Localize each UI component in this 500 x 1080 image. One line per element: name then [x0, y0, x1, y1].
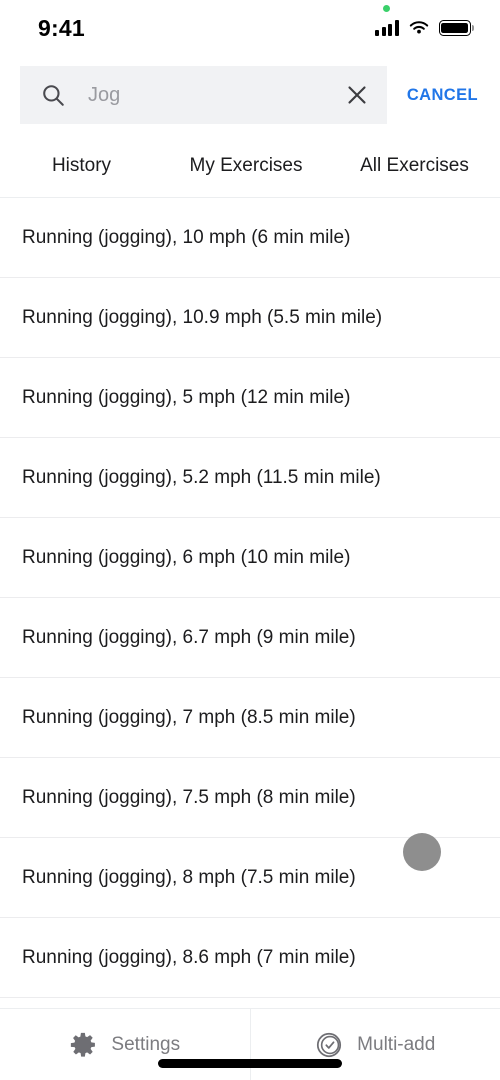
- tab-my-exercises[interactable]: My Exercises: [163, 156, 329, 175]
- settings-button[interactable]: Settings: [0, 1009, 250, 1080]
- settings-label: Settings: [111, 1033, 181, 1055]
- list-item[interactable]: Running (jogging), 8 mph (7.5 min mile): [0, 838, 500, 918]
- cancel-button[interactable]: CANCEL: [387, 86, 500, 105]
- search-bar: Jog CANCEL: [0, 56, 500, 134]
- list-item[interactable]: Running (jogging), 8.6 mph (7 min mile): [0, 918, 500, 998]
- list-item[interactable]: Running (jogging), 10 mph (6 min mile): [0, 198, 500, 278]
- wifi-icon: [409, 21, 428, 34]
- multi-add-label: Multi-add: [357, 1033, 436, 1055]
- list-item[interactable]: Running (jogging), 5.2 mph (11.5 min mil…: [0, 438, 500, 518]
- tab-bar: History My Exercises All Exercises: [0, 134, 500, 198]
- status-bar: 9:41: [0, 0, 500, 56]
- search-input-value[interactable]: Jog: [88, 85, 345, 105]
- list-item[interactable]: Running (jogging), 10.9 mph (5.5 min mil…: [0, 278, 500, 358]
- tab-history[interactable]: History: [0, 156, 163, 175]
- list-item[interactable]: Running (jogging), 7 mph (8.5 min mile): [0, 678, 500, 758]
- multi-add-button[interactable]: Multi-add: [249, 1009, 500, 1080]
- close-icon[interactable]: [345, 83, 369, 107]
- list-item[interactable]: Running (jogging), 6.7 mph (9 min mile): [0, 598, 500, 678]
- recording-indicator-dot: [383, 5, 391, 12]
- bottom-toolbar: Settings Multi-add: [0, 1008, 500, 1080]
- search-field[interactable]: Jog: [20, 66, 387, 124]
- tab-all-exercises[interactable]: All Exercises: [329, 156, 500, 175]
- check-circle-icon: [317, 1032, 342, 1057]
- list-item[interactable]: Running (jogging), 5 mph (12 min mile): [0, 358, 500, 438]
- app-screen: 9:41 Jog CANCEL History My Exercises All…: [0, 0, 500, 1080]
- exercise-results-list: Running (jogging), 10 mph (6 min mile) R…: [0, 198, 500, 1016]
- battery-icon: [438, 20, 474, 36]
- list-item[interactable]: Running (jogging), 6 mph (10 min mile): [0, 518, 500, 598]
- search-icon: [43, 85, 64, 106]
- home-indicator: [158, 1059, 342, 1068]
- cellular-signal-icon: [375, 20, 399, 36]
- gear-icon: [71, 1032, 96, 1057]
- status-indicators: [375, 5, 474, 36]
- list-item[interactable]: Running (jogging), 7.5 mph (8 min mile): [0, 758, 500, 838]
- status-time: 9:41: [38, 14, 85, 41]
